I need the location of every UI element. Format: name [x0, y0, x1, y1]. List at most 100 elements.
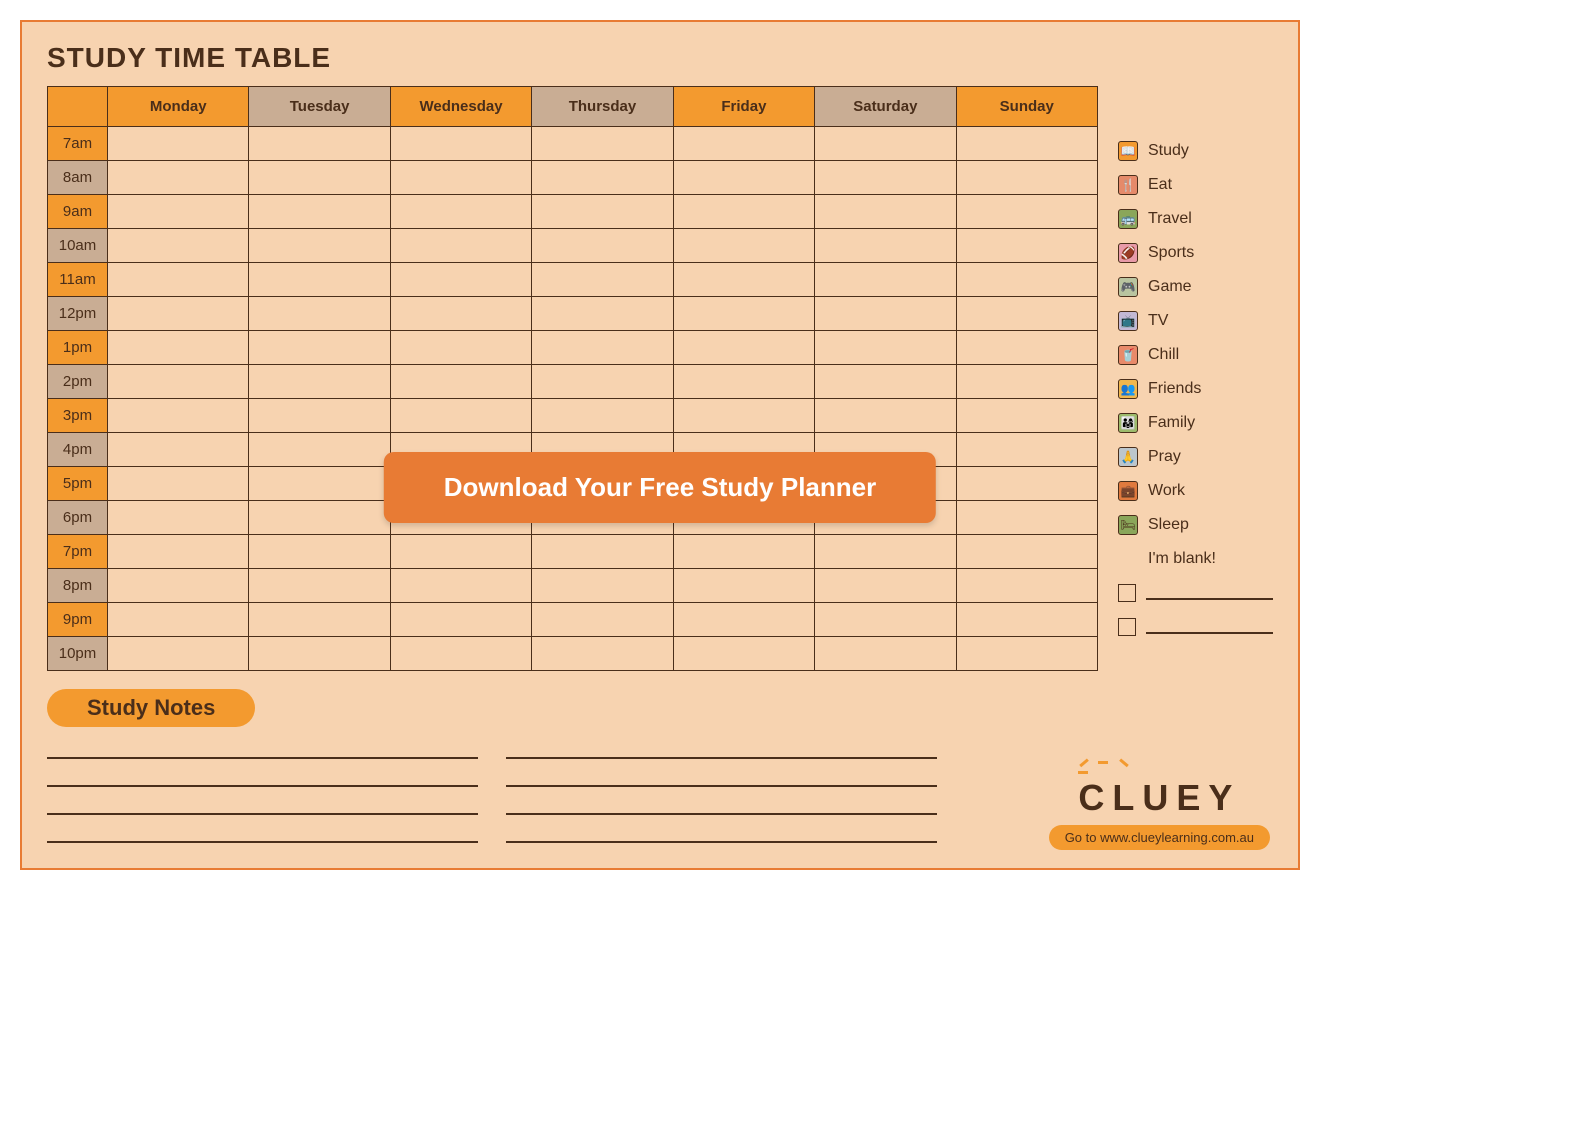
timetable-cell[interactable] [249, 365, 390, 399]
timetable-cell[interactable] [249, 501, 390, 535]
timetable-cell[interactable] [956, 603, 1097, 637]
timetable-cell[interactable] [815, 603, 956, 637]
timetable-cell[interactable] [673, 331, 814, 365]
timetable-cell[interactable] [956, 535, 1097, 569]
timetable-cell[interactable] [815, 195, 956, 229]
timetable-cell[interactable] [815, 637, 956, 671]
timetable-cell[interactable] [108, 229, 249, 263]
timetable-cell[interactable] [249, 433, 390, 467]
timetable-cell[interactable] [249, 467, 390, 501]
timetable-cell[interactable] [815, 297, 956, 331]
timetable-cell[interactable] [249, 331, 390, 365]
timetable-cell[interactable] [108, 331, 249, 365]
timetable-cell[interactable] [108, 127, 249, 161]
timetable-cell[interactable] [673, 127, 814, 161]
timetable-cell[interactable] [532, 535, 673, 569]
timetable-cell[interactable] [249, 535, 390, 569]
timetable-cell[interactable] [390, 297, 531, 331]
legend-write-line[interactable] [1146, 586, 1273, 600]
timetable-cell[interactable] [390, 195, 531, 229]
timetable-cell[interactable] [956, 569, 1097, 603]
timetable-cell[interactable] [956, 127, 1097, 161]
timetable-cell[interactable] [390, 535, 531, 569]
legend-checkbox[interactable] [1118, 618, 1136, 636]
timetable-cell[interactable] [673, 365, 814, 399]
timetable-cell[interactable] [249, 297, 390, 331]
timetable-cell[interactable] [532, 365, 673, 399]
timetable-cell[interactable] [532, 161, 673, 195]
note-line[interactable] [506, 797, 937, 815]
legend-checkbox[interactable] [1118, 584, 1136, 602]
timetable-cell[interactable] [390, 603, 531, 637]
timetable-cell[interactable] [390, 399, 531, 433]
timetable-cell[interactable] [673, 229, 814, 263]
timetable-cell[interactable] [956, 229, 1097, 263]
timetable-cell[interactable] [956, 297, 1097, 331]
note-line[interactable] [47, 769, 478, 787]
timetable-cell[interactable] [390, 127, 531, 161]
timetable-cell[interactable] [108, 467, 249, 501]
note-line[interactable] [47, 825, 478, 843]
timetable-cell[interactable] [108, 297, 249, 331]
timetable-cell[interactable] [956, 501, 1097, 535]
timetable-cell[interactable] [956, 195, 1097, 229]
timetable-cell[interactable] [815, 365, 956, 399]
timetable-cell[interactable] [390, 161, 531, 195]
timetable-cell[interactable] [673, 195, 814, 229]
timetable-cell[interactable] [815, 399, 956, 433]
note-line[interactable] [506, 741, 937, 759]
timetable-cell[interactable] [108, 637, 249, 671]
timetable-cell[interactable] [532, 603, 673, 637]
timetable-cell[interactable] [108, 433, 249, 467]
timetable-cell[interactable] [249, 127, 390, 161]
timetable-cell[interactable] [815, 263, 956, 297]
timetable-cell[interactable] [249, 603, 390, 637]
timetable-cell[interactable] [249, 637, 390, 671]
note-line[interactable] [506, 825, 937, 843]
timetable-cell[interactable] [532, 637, 673, 671]
timetable-cell[interactable] [956, 263, 1097, 297]
timetable-cell[interactable] [108, 263, 249, 297]
timetable-cell[interactable] [390, 365, 531, 399]
timetable-cell[interactable] [673, 603, 814, 637]
note-line[interactable] [47, 741, 478, 759]
timetable-cell[interactable] [532, 399, 673, 433]
timetable-cell[interactable] [673, 161, 814, 195]
timetable-cell[interactable] [673, 263, 814, 297]
timetable-cell[interactable] [532, 229, 673, 263]
download-planner-button[interactable]: Download Your Free Study Planner [384, 452, 936, 523]
timetable-cell[interactable] [249, 399, 390, 433]
note-line[interactable] [506, 769, 937, 787]
timetable-cell[interactable] [249, 161, 390, 195]
timetable-cell[interactable] [532, 127, 673, 161]
timetable-cell[interactable] [956, 399, 1097, 433]
timetable-cell[interactable] [249, 229, 390, 263]
timetable-cell[interactable] [956, 365, 1097, 399]
legend-write-line[interactable] [1146, 620, 1273, 634]
timetable-cell[interactable] [673, 297, 814, 331]
timetable-cell[interactable] [108, 535, 249, 569]
timetable-cell[interactable] [815, 229, 956, 263]
timetable-cell[interactable] [956, 161, 1097, 195]
timetable-cell[interactable] [249, 263, 390, 297]
timetable-cell[interactable] [815, 535, 956, 569]
timetable-cell[interactable] [108, 161, 249, 195]
timetable-cell[interactable] [390, 331, 531, 365]
timetable-cell[interactable] [815, 569, 956, 603]
timetable-cell[interactable] [532, 569, 673, 603]
timetable-cell[interactable] [249, 569, 390, 603]
timetable-cell[interactable] [956, 637, 1097, 671]
timetable-cell[interactable] [108, 365, 249, 399]
timetable-cell[interactable] [956, 433, 1097, 467]
timetable-cell[interactable] [532, 331, 673, 365]
note-line[interactable] [47, 797, 478, 815]
timetable-cell[interactable] [108, 603, 249, 637]
timetable-cell[interactable] [673, 569, 814, 603]
timetable-cell[interactable] [532, 195, 673, 229]
timetable-cell[interactable] [390, 637, 531, 671]
timetable-cell[interactable] [390, 569, 531, 603]
timetable-cell[interactable] [390, 263, 531, 297]
timetable-cell[interactable] [673, 637, 814, 671]
timetable-cell[interactable] [956, 331, 1097, 365]
timetable-cell[interactable] [249, 195, 390, 229]
